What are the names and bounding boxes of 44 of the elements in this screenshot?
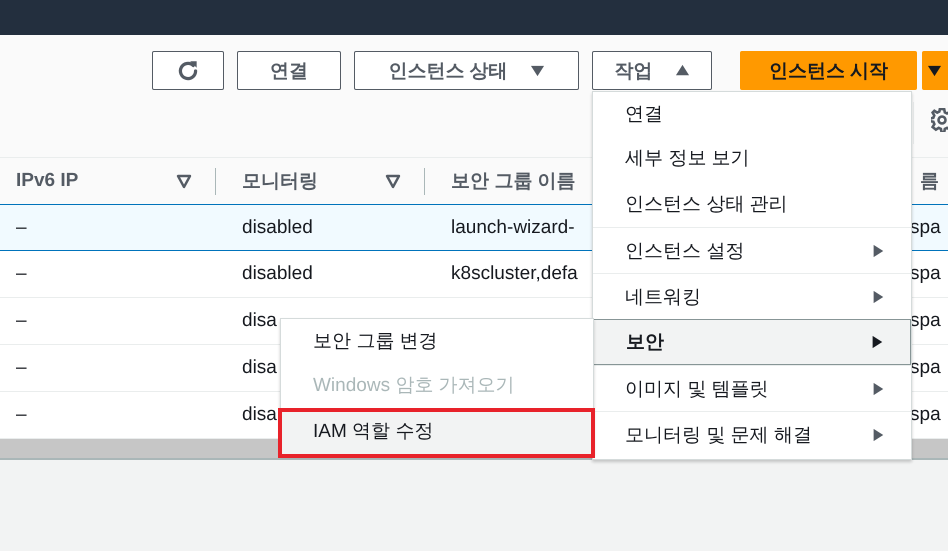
- menu-item[interactable]: 인스턴스 설정: [593, 227, 911, 273]
- refresh-button[interactable]: [152, 51, 224, 90]
- column-header[interactable]: 름: [920, 168, 939, 194]
- submenu-arrow-icon: [871, 242, 885, 258]
- table-cell: spa: [910, 357, 941, 379]
- table-cell: –: [16, 310, 27, 332]
- caret-icon: [674, 63, 690, 78]
- table-cell: disa: [242, 404, 277, 426]
- column-header[interactable]: 모니터링: [242, 168, 318, 194]
- table-cell: –: [16, 404, 27, 426]
- dropdown-button[interactable]: 인스턴스 상태: [354, 51, 579, 90]
- sort-icon: [176, 173, 192, 189]
- table-cell: spa: [910, 404, 941, 426]
- launch-button[interactable]: 인스턴스 시작: [740, 51, 917, 90]
- table-cell: –: [16, 263, 27, 285]
- submenu-arrow-icon: [871, 426, 885, 442]
- menu-item[interactable]: 보안: [593, 319, 911, 365]
- table-cell: –: [16, 216, 27, 238]
- table-cell: spa: [910, 216, 941, 238]
- column-header[interactable]: 보안 그룹 이름: [451, 168, 576, 194]
- table-cell: launch-wizard-: [451, 216, 575, 238]
- table-cell: disabled: [242, 263, 313, 285]
- settings-icon[interactable]: [931, 108, 948, 132]
- submenu-arrow-icon: [870, 334, 884, 350]
- table-cell: disa: [242, 310, 277, 332]
- menu-item[interactable]: 보안 그룹 변경: [281, 319, 593, 362]
- caret-icon: [530, 63, 545, 78]
- submenu-arrow-icon: [871, 380, 885, 396]
- column-header[interactable]: IPv6 IP: [16, 170, 78, 192]
- menu-item[interactable]: 모니터링 및 문제 해결: [593, 411, 911, 457]
- dropdown-button[interactable]: 작업: [592, 51, 712, 90]
- table-cell: disa: [242, 357, 277, 379]
- menu-item[interactable]: 연결: [593, 92, 911, 135]
- caret-icon: [927, 63, 942, 78]
- table-cell: disabled: [242, 216, 313, 238]
- connect-button[interactable]: 연결: [237, 51, 341, 90]
- table-cell: spa: [910, 263, 941, 285]
- table-cell: spa: [910, 310, 941, 332]
- menu-item: Windows 암호 가져오기: [312, 374, 516, 398]
- sort-icon: [385, 173, 401, 189]
- table-cell: k8scluster,defa: [451, 263, 578, 285]
- menu-item[interactable]: 세부 정보 보기: [593, 135, 911, 181]
- table-cell: –: [16, 357, 27, 379]
- submenu-arrow-icon: [871, 288, 885, 304]
